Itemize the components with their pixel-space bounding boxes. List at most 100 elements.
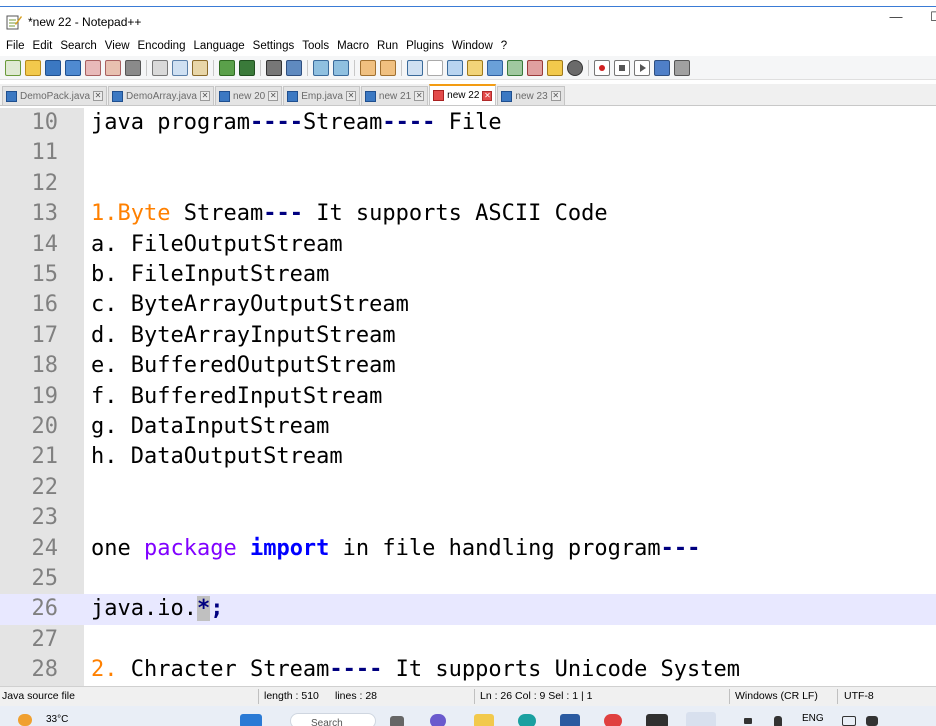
chat-icon[interactable] bbox=[430, 714, 446, 726]
network-icon[interactable] bbox=[842, 716, 856, 726]
tab-close-icon[interactable]: ✕ bbox=[199, 91, 210, 101]
save-macro-icon[interactable] bbox=[674, 59, 690, 76]
tab-demoarray-java[interactable]: DemoArray.java ✕ bbox=[108, 86, 214, 105]
word-wrap-icon[interactable] bbox=[407, 59, 423, 76]
minimize-button[interactable]: — bbox=[876, 9, 916, 24]
tab-new-20[interactable]: new 20 ✕ bbox=[214, 86, 283, 105]
save-icon[interactable] bbox=[45, 59, 61, 76]
editor[interactable]: 10 java program----Stream---- File 11 12 13 1… bbox=[0, 108, 936, 686]
print-icon[interactable] bbox=[125, 59, 141, 76]
language-indicator[interactable]: ENG bbox=[802, 713, 824, 724]
editor-line[interactable]: 24 one package import in file handling pr… bbox=[0, 534, 936, 564]
close-icon[interactable] bbox=[85, 59, 101, 76]
run-multiple-icon[interactable] bbox=[654, 59, 670, 76]
menu-search[interactable]: Search bbox=[56, 40, 100, 52]
monitoring-icon[interactable] bbox=[567, 59, 583, 76]
edge-icon[interactable] bbox=[518, 714, 536, 726]
editor-line[interactable]: 25 bbox=[0, 564, 936, 594]
new-file-icon[interactable] bbox=[5, 59, 21, 76]
editor-line[interactable]: 26 java.io.*; bbox=[0, 594, 936, 625]
menu-plugins[interactable]: Plugins bbox=[402, 40, 448, 52]
editor-line[interactable]: 27 bbox=[0, 625, 936, 655]
menu-view[interactable]: View bbox=[101, 40, 134, 52]
editor-line[interactable]: 10 java program----Stream---- File bbox=[0, 108, 936, 138]
editor-line[interactable]: 18 e. BufferedOutputStream bbox=[0, 351, 936, 381]
editor-line[interactable]: 28 2. Chracter Stream---- It supports Uni… bbox=[0, 655, 936, 685]
tab-new-21[interactable]: new 21 ✕ bbox=[360, 86, 429, 105]
menu-macro[interactable]: Macro bbox=[333, 40, 373, 52]
weather-icon[interactable] bbox=[18, 714, 32, 726]
editor-line[interactable]: 21 h. DataOutputStream bbox=[0, 442, 936, 472]
cut-icon[interactable] bbox=[152, 59, 168, 76]
menu-tools[interactable]: Tools bbox=[298, 40, 333, 52]
zoom-in-icon[interactable] bbox=[313, 59, 329, 76]
sync-horizontal-icon[interactable] bbox=[380, 59, 396, 76]
tab-close-icon[interactable]: ✕ bbox=[345, 91, 356, 101]
file-explorer-icon[interactable] bbox=[474, 714, 494, 726]
maximize-button[interactable]: ☐ bbox=[916, 9, 936, 25]
save-all-icon[interactable] bbox=[65, 59, 81, 76]
menu-file[interactable]: File bbox=[2, 40, 29, 52]
editor-line[interactable]: 12 bbox=[0, 169, 936, 199]
document-map-icon[interactable] bbox=[487, 59, 503, 76]
tab-close-icon[interactable]: ✕ bbox=[482, 90, 493, 101]
editor-line[interactable]: 15 b. FileInputStream bbox=[0, 260, 936, 290]
user-language-icon[interactable] bbox=[467, 59, 483, 76]
replace-icon[interactable] bbox=[286, 59, 302, 76]
tab-demopack-java[interactable]: DemoPack.java ✕ bbox=[2, 86, 108, 105]
weather-temperature[interactable]: 33°C bbox=[46, 714, 68, 725]
playback-icon[interactable] bbox=[634, 59, 650, 76]
editor-line[interactable]: 16 c. ByteArrayOutputStream bbox=[0, 290, 936, 320]
tab-close-icon[interactable]: ✕ bbox=[550, 91, 561, 101]
tab-close-icon[interactable]: ✕ bbox=[93, 91, 104, 101]
taskbar-search-box[interactable]: Search bbox=[290, 713, 376, 726]
tab-close-icon[interactable]: ✕ bbox=[268, 91, 279, 101]
undo-icon[interactable] bbox=[219, 59, 235, 76]
close-all-icon[interactable] bbox=[105, 59, 121, 76]
indent-guide-icon[interactable] bbox=[447, 59, 463, 76]
menu-window[interactable]: Window bbox=[448, 40, 497, 52]
menu-language[interactable]: Language bbox=[189, 40, 248, 52]
volume-icon[interactable] bbox=[866, 716, 878, 726]
function-list-icon[interactable] bbox=[507, 59, 523, 76]
stop-recording-icon[interactable] bbox=[614, 59, 630, 76]
paste-icon[interactable] bbox=[192, 59, 208, 76]
redo-icon[interactable] bbox=[239, 59, 255, 76]
editor-line[interactable]: 11 bbox=[0, 138, 936, 168]
folder-icon[interactable] bbox=[547, 59, 563, 76]
tab-emp-java[interactable]: Emp.java ✕ bbox=[283, 86, 360, 105]
tab-new-22[interactable]: new 22 ✕ bbox=[429, 84, 497, 105]
chrome-icon[interactable] bbox=[604, 714, 622, 726]
editor-line[interactable]: 20 g. DataInputStream bbox=[0, 412, 936, 442]
start-icon[interactable] bbox=[240, 714, 262, 726]
editor-line[interactable]: 17 d. ByteArrayInputStream bbox=[0, 321, 936, 351]
tray-chevron-icon[interactable] bbox=[744, 718, 752, 724]
folder-as-workspace-icon[interactable] bbox=[527, 59, 543, 76]
find-icon[interactable] bbox=[266, 59, 282, 76]
zoom-out-icon[interactable] bbox=[333, 59, 349, 76]
menu-help[interactable]: ? bbox=[497, 40, 511, 52]
menu-settings[interactable]: Settings bbox=[249, 40, 299, 52]
task-view-icon[interactable] bbox=[390, 716, 404, 726]
copy-icon[interactable] bbox=[172, 59, 188, 76]
editor-line[interactable]: 14 a. FileOutputStream bbox=[0, 230, 936, 260]
menu-edit[interactable]: Edit bbox=[29, 40, 57, 52]
sync-vertical-icon[interactable] bbox=[360, 59, 376, 76]
menu-encoding[interactable]: Encoding bbox=[134, 40, 190, 52]
store-icon[interactable] bbox=[560, 714, 580, 726]
record-macro-icon[interactable] bbox=[594, 59, 610, 76]
status-eol[interactable]: Windows (CR LF) bbox=[735, 690, 818, 702]
show-all-characters-icon[interactable] bbox=[427, 59, 443, 76]
status-encoding[interactable]: UTF-8 bbox=[844, 690, 874, 702]
editor-line[interactable]: 19 f. BufferedInputStream bbox=[0, 382, 936, 412]
onedrive-icon[interactable] bbox=[774, 716, 782, 726]
menu-run[interactable]: Run bbox=[373, 40, 402, 52]
terminal-icon[interactable] bbox=[646, 714, 668, 726]
editor-line[interactable]: 23 bbox=[0, 503, 936, 533]
open-file-icon[interactable] bbox=[25, 59, 41, 76]
editor-line[interactable]: 13 1.Byte Stream--- It supports ASCII Cod… bbox=[0, 199, 936, 229]
tab-close-icon[interactable]: ✕ bbox=[414, 91, 425, 101]
notepadpp-taskbar-icon[interactable] bbox=[686, 712, 716, 726]
editor-line[interactable]: 22 bbox=[0, 473, 936, 503]
tab-new-23[interactable]: new 23 ✕ bbox=[497, 86, 565, 105]
